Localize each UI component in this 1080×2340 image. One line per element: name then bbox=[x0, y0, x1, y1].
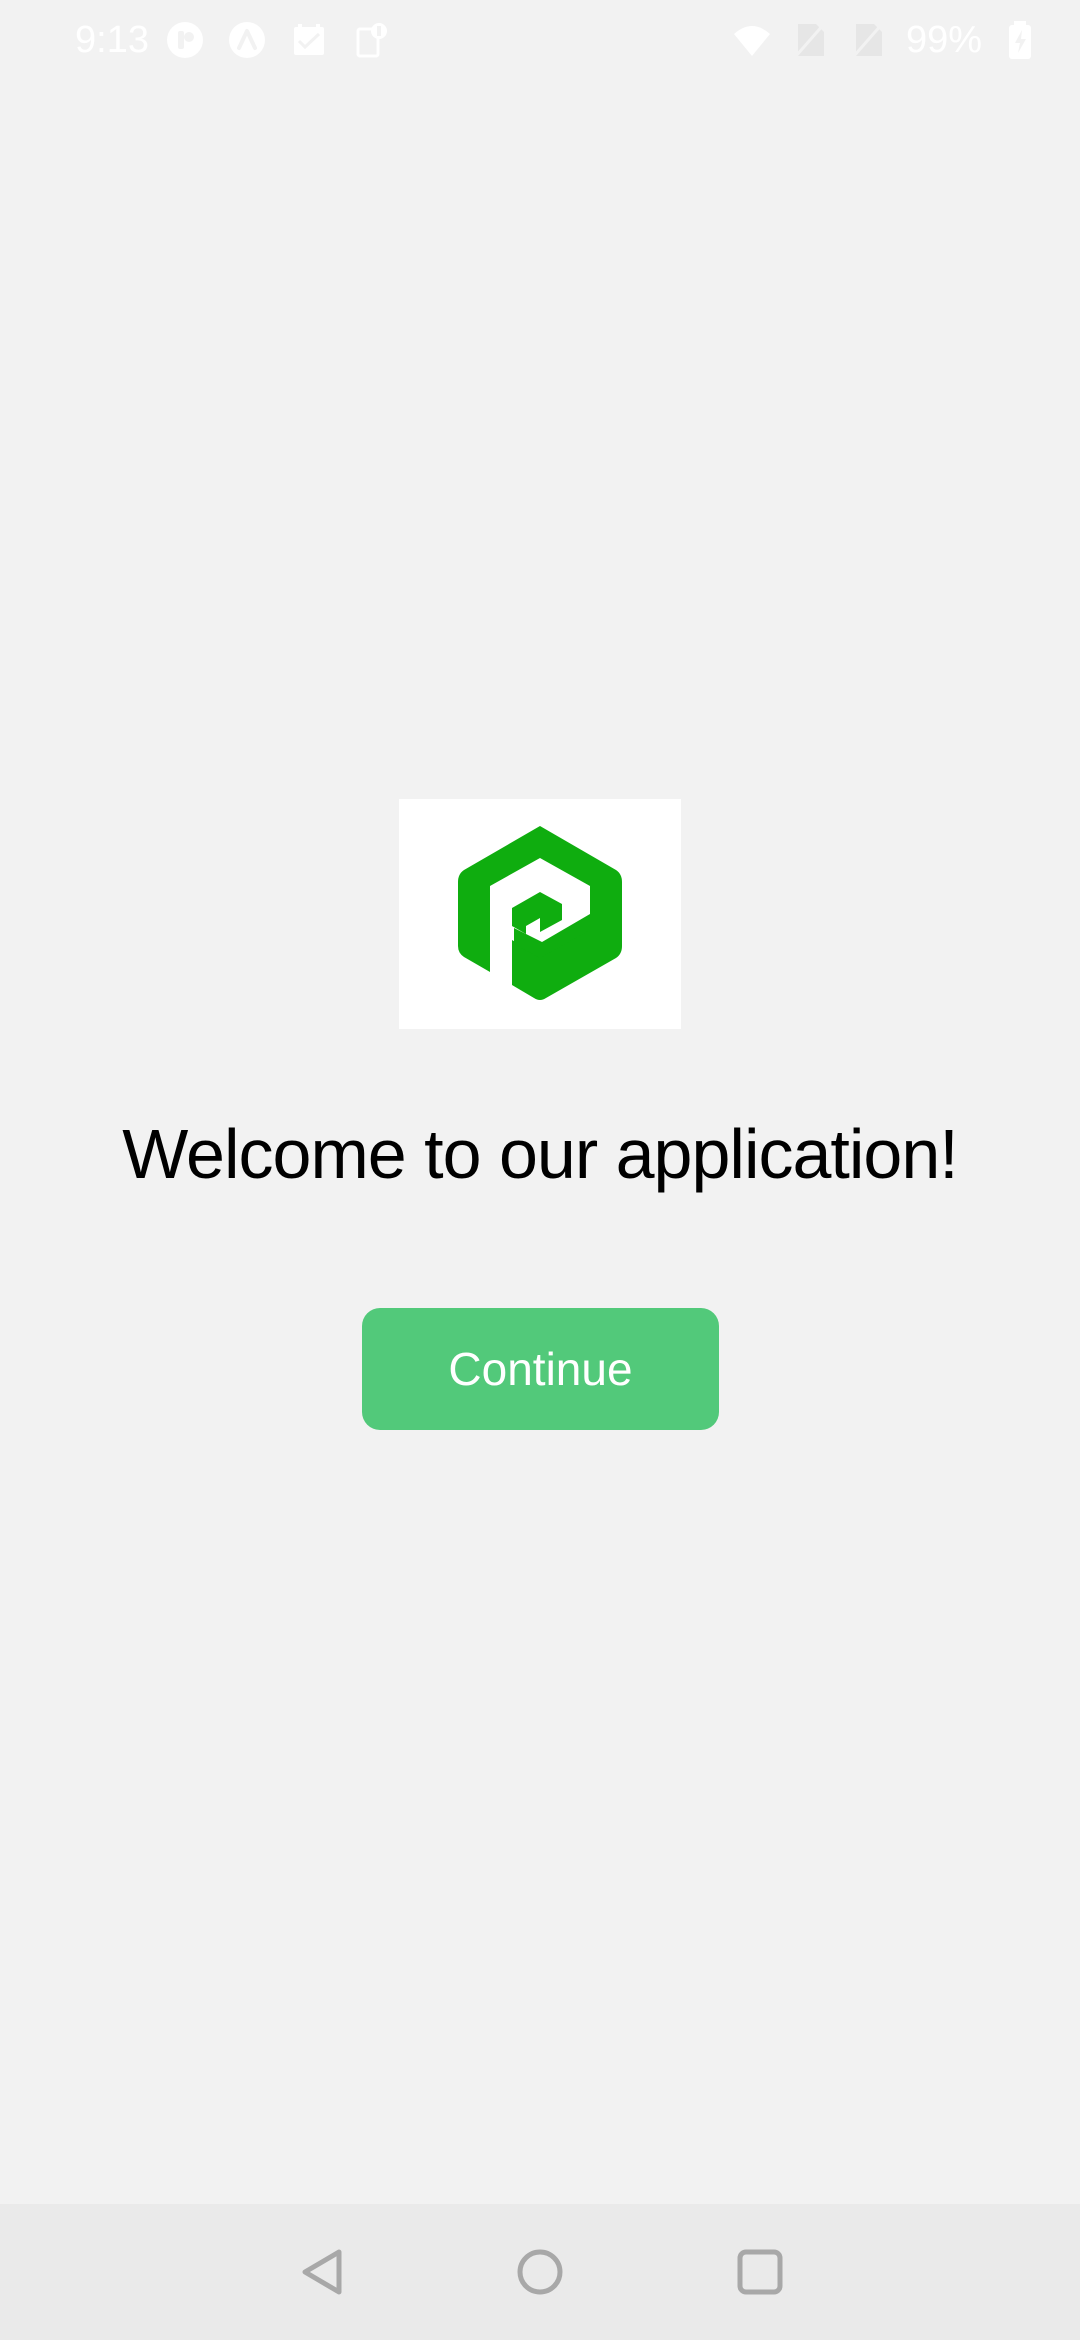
app-logo bbox=[399, 799, 681, 1029]
system-icons: 99% bbox=[732, 18, 1040, 62]
arch-notification-icon bbox=[227, 20, 267, 60]
back-button[interactable] bbox=[293, 2242, 353, 2302]
back-icon bbox=[302, 2249, 342, 2295]
app-notification-icon bbox=[165, 20, 205, 60]
continue-button[interactable]: Continue bbox=[362, 1308, 719, 1430]
wifi-icon bbox=[732, 20, 772, 60]
no-sim-icon bbox=[848, 20, 888, 60]
clipboard-notification-icon bbox=[351, 20, 391, 60]
brand-logo-hexagon-icon bbox=[458, 826, 622, 1000]
welcome-title: Welcome to our application! bbox=[122, 1115, 959, 1193]
calendar-notification-icon bbox=[289, 20, 329, 60]
battery-percent: 99% bbox=[905, 19, 982, 61]
home-icon bbox=[517, 2249, 563, 2295]
recents-button[interactable] bbox=[730, 2242, 790, 2302]
home-button[interactable] bbox=[510, 2242, 570, 2302]
status-time: 9:13 bbox=[75, 19, 149, 61]
notification-icons bbox=[165, 20, 391, 60]
recents-icon bbox=[737, 2249, 783, 2295]
navigation-bar bbox=[0, 2204, 1080, 2340]
no-sim-icon bbox=[790, 20, 830, 60]
welcome-screen: 9:13 99% Welcome to our application! Con… bbox=[0, 0, 1080, 2340]
battery-charging-icon bbox=[1000, 20, 1040, 60]
status-bar: 9:13 99% bbox=[0, 0, 1080, 80]
